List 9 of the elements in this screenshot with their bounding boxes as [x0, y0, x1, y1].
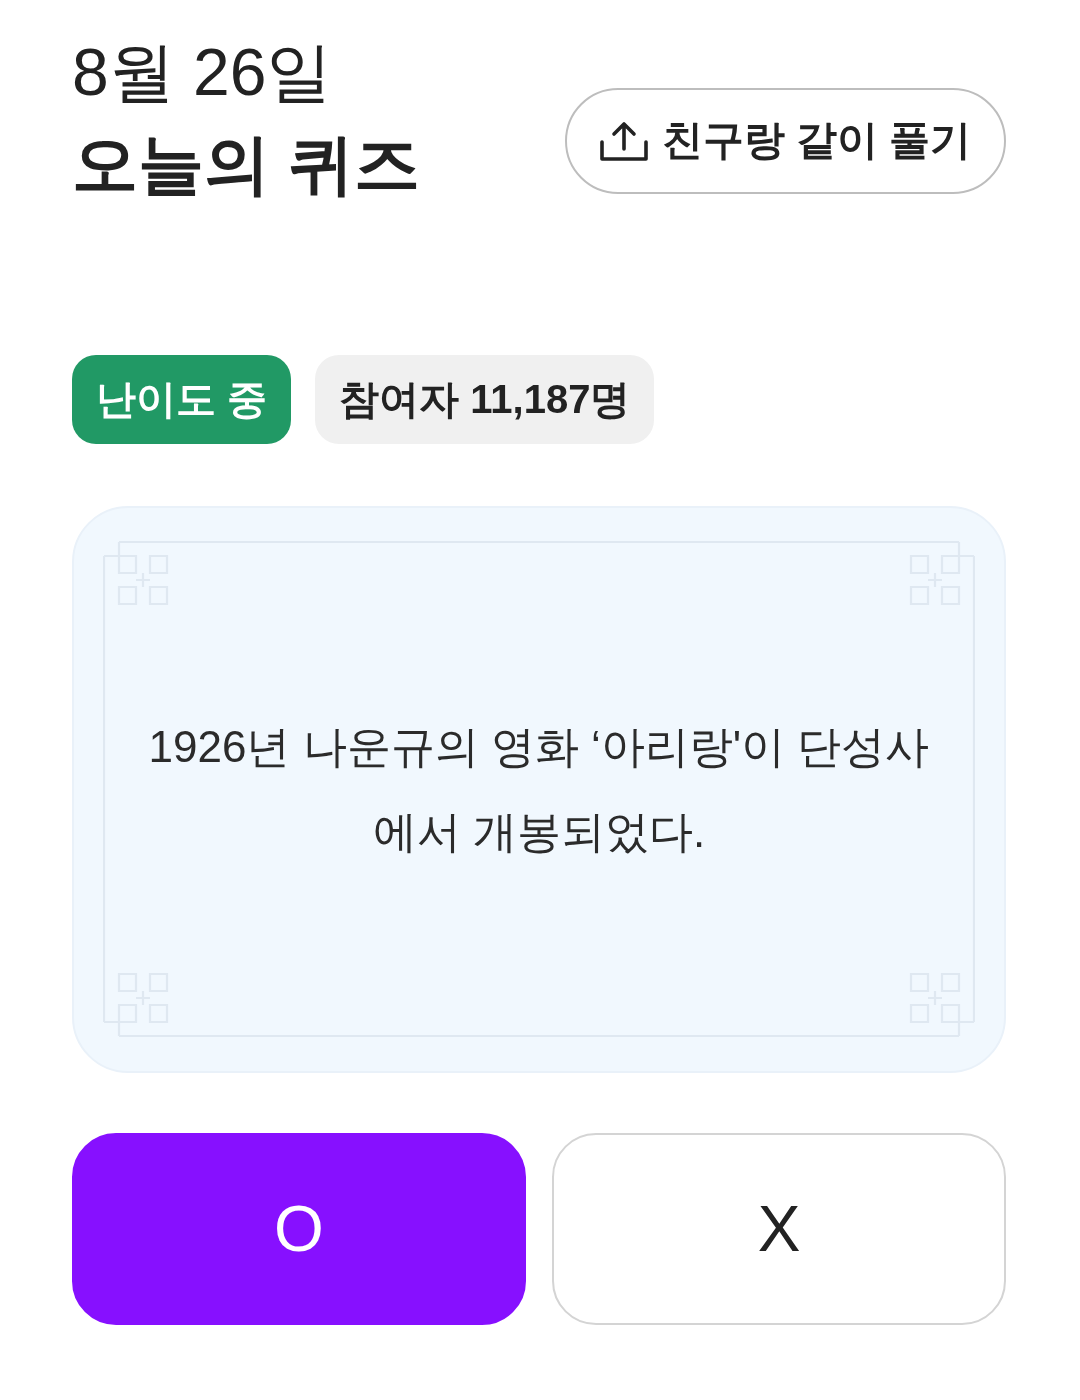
page-title: 오늘의 퀴즈 [72, 126, 421, 204]
difficulty-badge: 난이도 중 [72, 354, 292, 444]
participants-badge: 참여자 11,187명 [315, 354, 655, 444]
question-text: 1926년 나운규의 영화 ‘아리랑'이 단성사에서 개봉되었다. [147, 720, 931, 858]
date-heading: 8월 26일 [72, 34, 334, 111]
upload-icon [599, 120, 648, 162]
share-button[interactable]: 친구랑 같이 풀기 [565, 88, 1006, 194]
answer-button[interactable]: X [552, 1132, 1006, 1325]
answer-button[interactable]: O [72, 1132, 526, 1325]
